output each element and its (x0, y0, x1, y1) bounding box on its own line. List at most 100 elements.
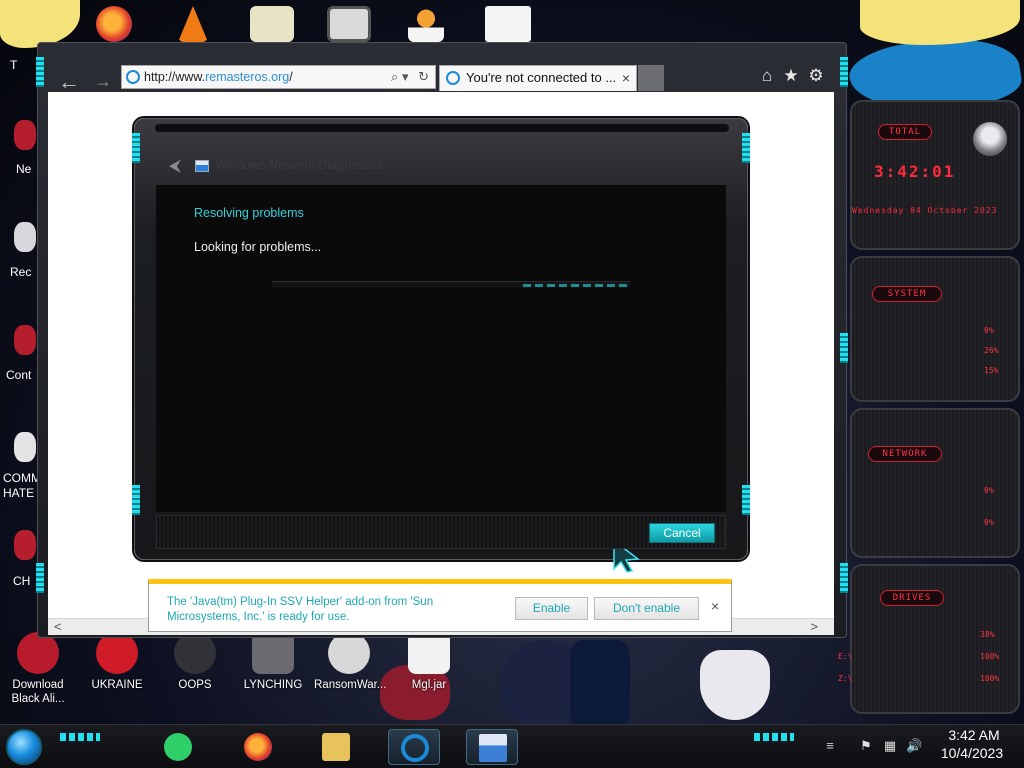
drive-label: E:\ (838, 652, 853, 661)
desktop-icon-label: CH (13, 574, 31, 588)
drive-value: 38% (980, 630, 995, 639)
taskbar-clock-time[interactable]: 3:42 AM (939, 727, 1009, 743)
desktop-shortcut-ukraine[interactable]: UKRAINE (82, 632, 152, 692)
volume-icon[interactable]: 🔊 (906, 739, 922, 753)
skull-icon (328, 632, 370, 674)
dialog-footer: Cancel (156, 515, 726, 549)
taskbar: ≡ ⚑ ▦ 🔊 (0, 724, 1024, 768)
tab-title: You're not connected to ... (466, 70, 617, 85)
taskbar-file-explorer[interactable] (310, 729, 362, 765)
desktop-shortcut-ransomware[interactable]: RansomWar... (314, 632, 386, 692)
desktop-shortcut-icon[interactable] (14, 432, 36, 462)
recycle-bin-icon[interactable] (14, 222, 36, 252)
frame-accent (742, 133, 750, 163)
taskbar-internet-explorer[interactable] (388, 729, 440, 765)
addon-notification-bar: The 'Java(tm) Plug-In SSV Helper' add-on… (148, 579, 732, 632)
dialog-status: Looking for problems... (194, 240, 322, 254)
vlc-desktop-icon[interactable] (178, 6, 208, 42)
frame-accent (36, 563, 44, 593)
system-badge: SYSTEM (872, 286, 942, 302)
desktop-icon-label: Download Black Ali... (11, 679, 65, 705)
desktop-shortcut-oops[interactable]: OOPS (160, 632, 230, 692)
taskbar-firefox[interactable] (232, 729, 284, 765)
desktop-shortcut-icon[interactable] (14, 530, 36, 560)
network-diagnostics-icon (479, 734, 507, 762)
dont-enable-button[interactable]: Don't enable (594, 597, 699, 620)
java-desktop-icon[interactable] (485, 6, 531, 42)
scroll-left-icon[interactable]: < (54, 619, 62, 634)
scroll-right-icon[interactable]: > (810, 619, 818, 634)
taskbar-clock-date[interactable]: 10/4/2023 (932, 745, 1012, 761)
desktop-icon-label: UKRAINE (91, 679, 143, 691)
user-desktop-icon[interactable] (408, 6, 444, 42)
ie-icon (446, 71, 460, 85)
notification-message: The 'Java(tm) Plug-In SSV Helper' add-on… (167, 596, 434, 623)
start-button[interactable] (6, 729, 42, 765)
frame-accent (840, 57, 848, 87)
close-icon[interactable]: × (711, 598, 719, 614)
desktop-shortcut-mgl-jar[interactable]: Mgl.jar (394, 632, 464, 692)
gadget-time: 3:42:01 (874, 162, 956, 181)
taskbar-network-diagnostics[interactable] (466, 729, 518, 765)
network-value: 0% (984, 486, 994, 495)
wallpaper-art (700, 650, 770, 720)
action-center-flag-icon[interactable]: ⚑ (858, 739, 874, 753)
drives-badge: DRIVES (880, 590, 944, 606)
search-icon[interactable]: ⌕ ▾ (391, 69, 408, 84)
close-icon[interactable]: × (622, 66, 630, 90)
drive-value: 100% (980, 674, 1000, 683)
dialog-body: Resolving problems Looking for problems.… (156, 185, 726, 573)
frame-accent (36, 57, 44, 87)
taskbar-messages[interactable] (152, 729, 204, 765)
gear-icon[interactable]: ⚙ (807, 67, 825, 85)
system-value: 0% (984, 326, 994, 335)
folder-icon (322, 733, 350, 761)
java-icon (408, 632, 450, 674)
desktop-icon-label: Cont (6, 368, 32, 382)
home-icon[interactable]: ⌂ (758, 67, 776, 85)
desktop-icon-label: COMM (3, 471, 41, 485)
cancel-button[interactable]: Cancel (649, 523, 715, 543)
drives-panel: DRIVES 38% E:\ 100% Z:\ 100% (838, 564, 1020, 714)
desktop-icon-label: Mgl.jar (411, 679, 447, 691)
network-tray-icon[interactable]: ▦ (882, 739, 898, 753)
dialog-heading: Resolving problems (194, 206, 304, 220)
desktop-shortcut-lynching[interactable]: LYNCHING (238, 632, 308, 692)
firefox-icon (244, 733, 272, 761)
desktop-icon-label: HATE (3, 486, 35, 500)
new-tab-button[interactable] (638, 65, 664, 91)
app-desktop-icon[interactable] (327, 6, 371, 42)
desktop-icon-label: LYNCHING (243, 679, 303, 691)
dialog-title: Windows Network Diagnostics (215, 158, 384, 172)
desktop-icon-label: Rec (10, 265, 32, 279)
show-desktop-icon[interactable]: ≡ (822, 739, 838, 753)
address-bar[interactable]: http://www.remasteros.org/ ⌕ ▾ ↻ (121, 65, 436, 89)
gadget-date: Wednesday 04 October 2023 (852, 206, 998, 215)
favorites-star-icon[interactable]: ★ (782, 67, 800, 85)
system-value: 26% (984, 346, 999, 355)
bomb-icon (174, 632, 216, 674)
system-monitor-gadget: TOTAL 3:42:01 Wednesday 04 October 2023 … (838, 100, 1024, 720)
network-badge: NETWORK (868, 446, 942, 462)
network-diagnostics-dialog: ⮜ Windows Network Diagnostics Resolving … (132, 118, 750, 573)
hxd-desktop-icon[interactable] (250, 6, 294, 42)
desktop-shortcut-download[interactable]: Download Black Ali... (3, 632, 73, 706)
back-arrow-icon[interactable]: ⮜ (169, 155, 187, 177)
frame-accent (132, 485, 140, 515)
dialog-frame-edge (155, 124, 729, 132)
flag-icon (252, 632, 294, 674)
taskbar-accent (60, 733, 100, 741)
network-panel: NETWORK 0% 0% (850, 408, 1020, 558)
desktop-shortcut-icon[interactable] (14, 120, 36, 150)
firefox-desktop-icon[interactable] (96, 6, 132, 42)
forward-arrow-icon[interactable]: → (92, 70, 114, 92)
frame-accent (132, 133, 140, 163)
desktop-icon-label: T (10, 58, 18, 72)
enable-button[interactable]: Enable (515, 597, 588, 620)
app-icon (17, 632, 59, 674)
refresh-icon[interactable]: ↻ (418, 69, 429, 84)
tab-not-connected[interactable]: You're not connected to ... × (439, 65, 637, 91)
system-value: 15% (984, 366, 999, 375)
control-panel-icon[interactable] (14, 325, 36, 355)
drive-value: 100% (980, 652, 1000, 661)
